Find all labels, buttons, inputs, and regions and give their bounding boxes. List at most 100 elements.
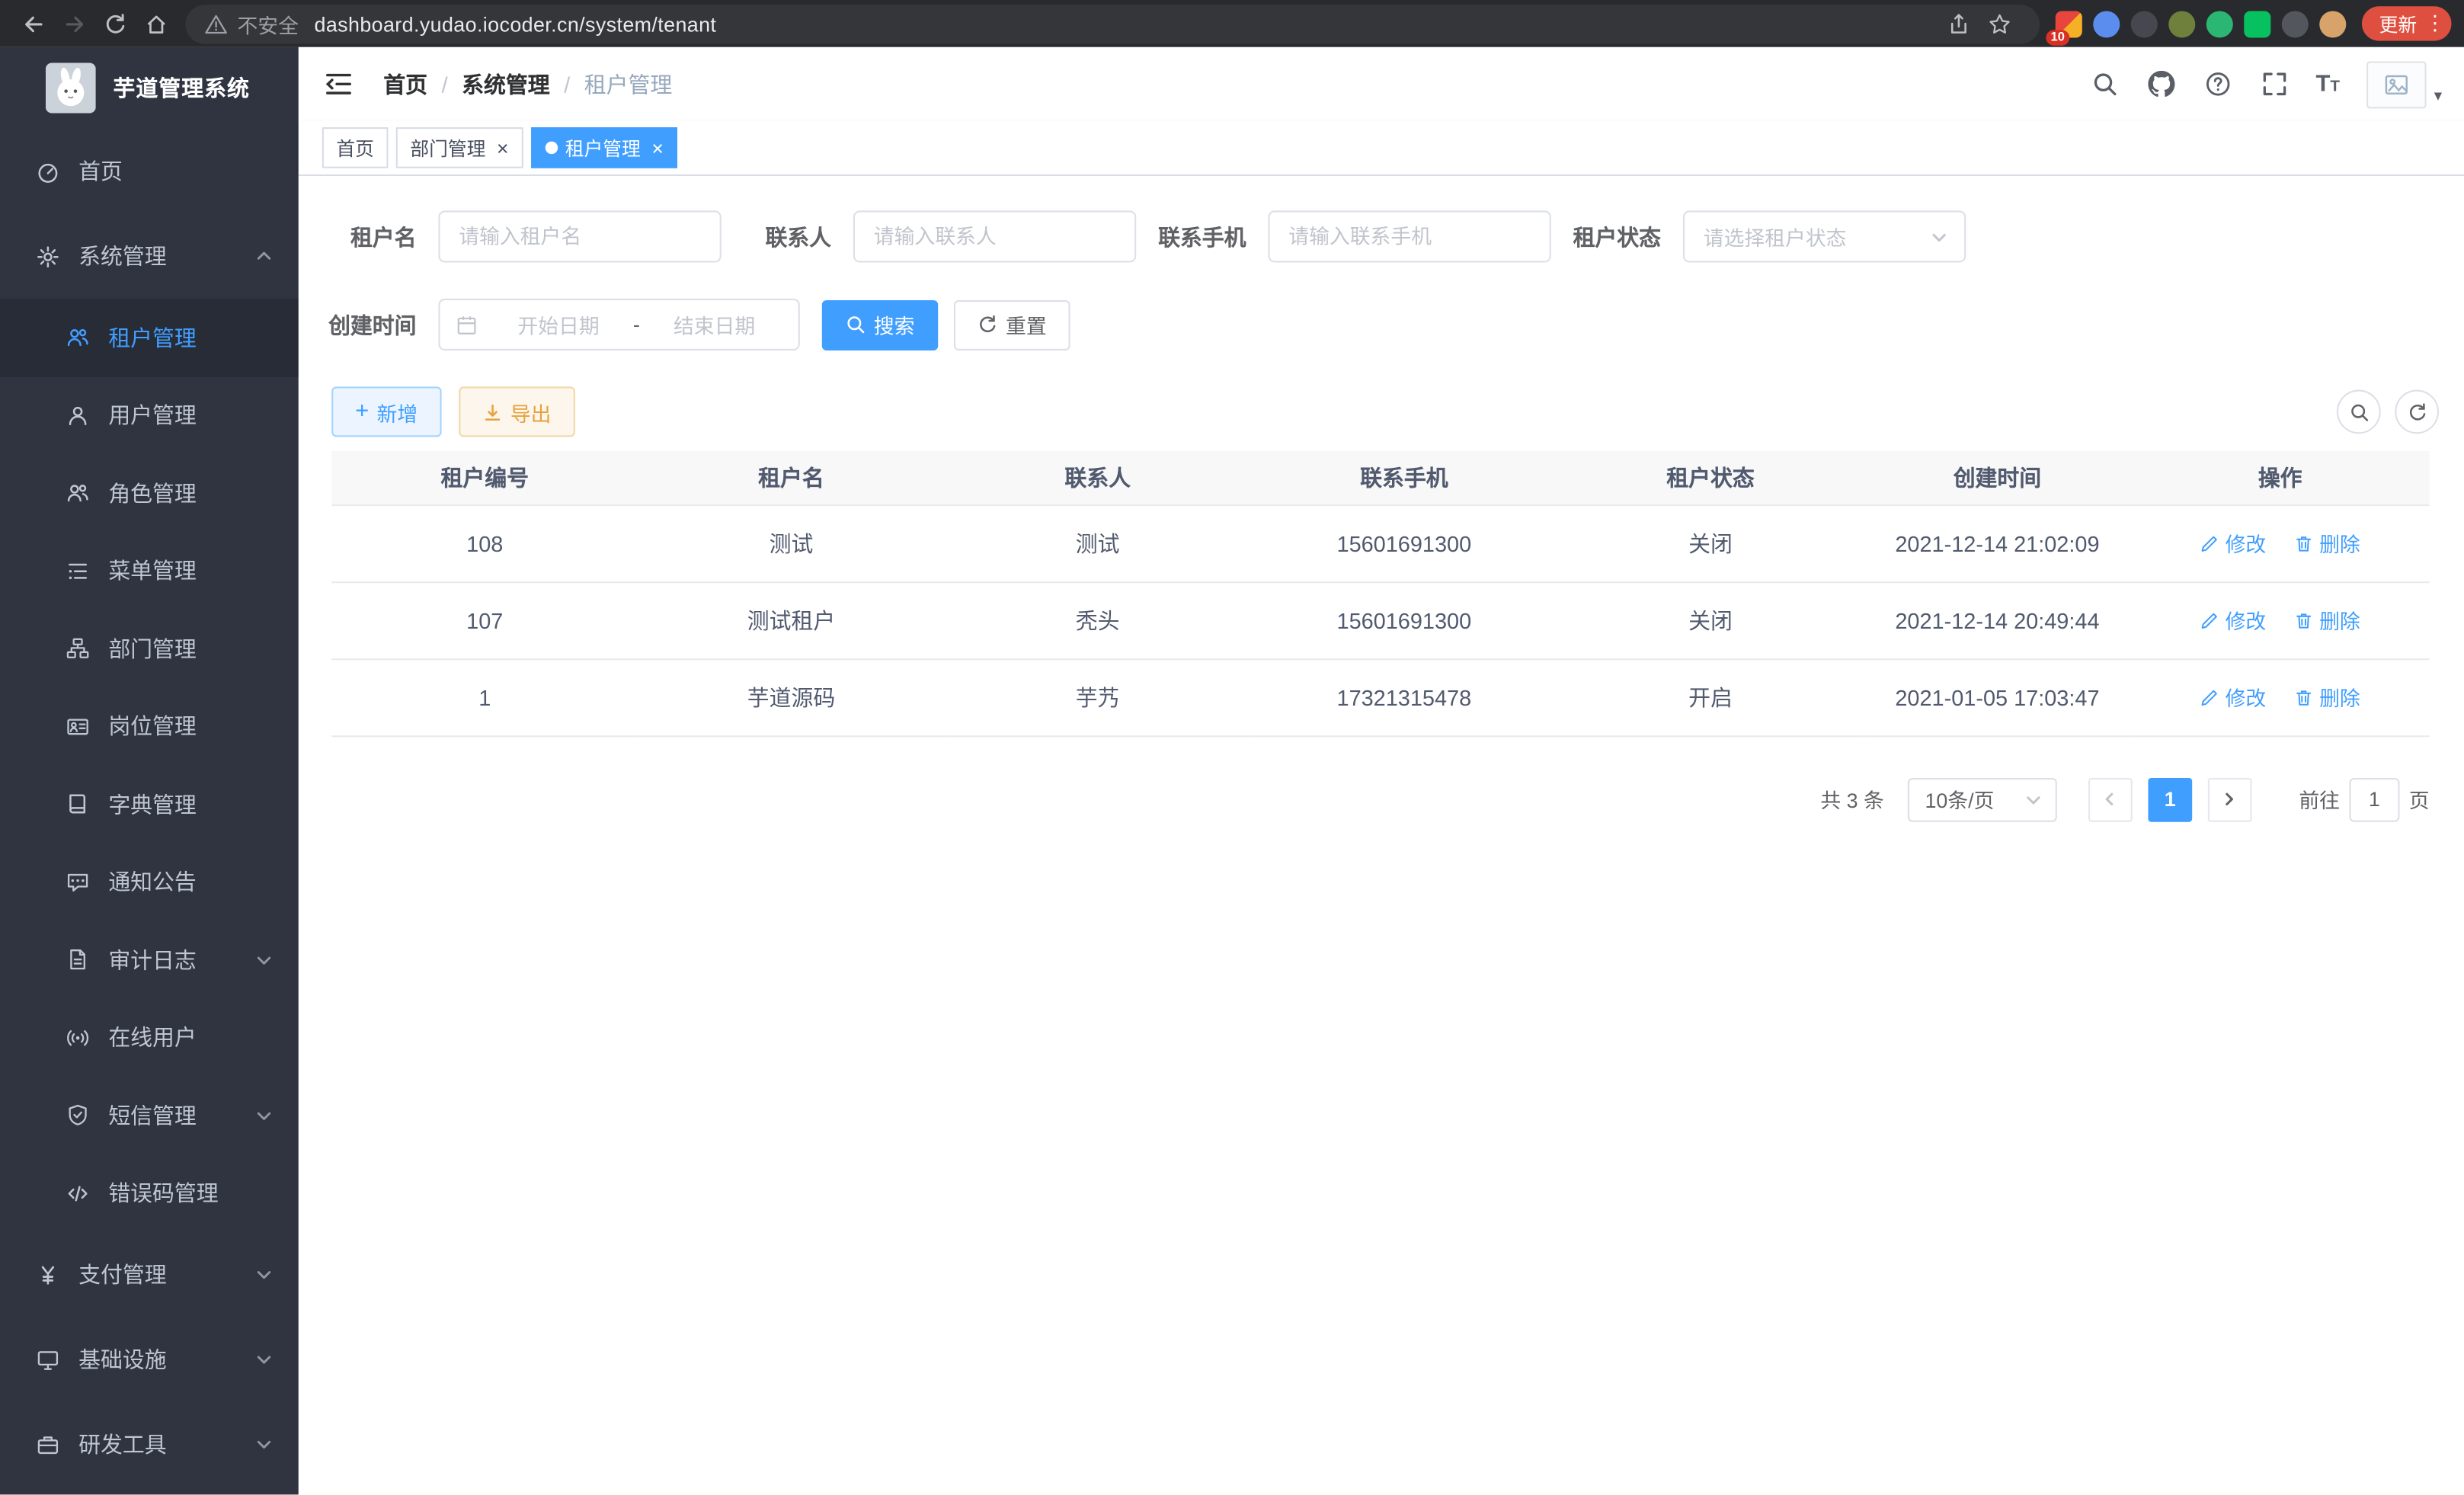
sidebar-item-online-user[interactable]: 在线用户 bbox=[0, 999, 299, 1077]
sidebar-item-post[interactable]: 岗位管理 bbox=[0, 687, 299, 765]
logo-rabbit-avatar bbox=[46, 63, 96, 114]
sidebar-item-dict[interactable]: 字典管理 bbox=[0, 765, 299, 843]
sidebar-item-sms[interactable]: 短信管理 bbox=[0, 1077, 299, 1154]
extension-icon-1[interactable]: 10 bbox=[2056, 10, 2082, 37]
browser-forward-icon[interactable] bbox=[53, 3, 94, 44]
status-text: 开启 bbox=[1557, 658, 1864, 735]
font-size-icon[interactable]: TT bbox=[2315, 72, 2340, 96]
notice-icon bbox=[65, 869, 90, 895]
next-page-button[interactable] bbox=[2208, 777, 2252, 821]
profile-avatar-icon[interactable] bbox=[2319, 10, 2346, 37]
prev-page-button[interactable] bbox=[2088, 777, 2133, 821]
status-text: 关闭 bbox=[1557, 581, 1864, 658]
sidebar-item-devtools[interactable]: 研发工具 bbox=[0, 1402, 299, 1487]
contact-input[interactable] bbox=[853, 210, 1136, 262]
address-bar[interactable]: 不安全 dashboard.yudao.iocoder.cn/system/te… bbox=[185, 4, 2040, 43]
tab-tenant[interactable]: 租户管理 × bbox=[530, 127, 677, 168]
page-size-select[interactable]: 10条/页 bbox=[1908, 777, 2057, 821]
sidebar-item-system[interactable]: 系统管理 bbox=[0, 214, 299, 299]
reset-button[interactable]: 重置 bbox=[954, 299, 1070, 350]
user-avatar-menu[interactable]: ▾ bbox=[2366, 60, 2442, 107]
help-icon[interactable] bbox=[2203, 69, 2232, 99]
sidebar-item-user[interactable]: 用户管理 bbox=[0, 376, 299, 454]
address-url[interactable]: dashboard.yudao.iocoder.cn/system/tenant bbox=[315, 11, 717, 35]
avatar[interactable] bbox=[2366, 60, 2426, 107]
breadcrumb-home[interactable]: 首页 bbox=[383, 69, 427, 100]
edit-link[interactable]: 修改 bbox=[2200, 682, 2267, 712]
sidebar-item-menu[interactable]: 菜单管理 bbox=[0, 532, 299, 610]
extension-icon-3[interactable] bbox=[2131, 10, 2158, 37]
goto-page-input[interactable] bbox=[2349, 777, 2399, 821]
share-icon[interactable] bbox=[1939, 3, 1980, 44]
menu-list-icon bbox=[65, 559, 90, 584]
app-shell: 芋道管理系统 首页 系统管理 租户管理 用户管理 bbox=[0, 47, 2464, 1495]
sidebar-item-role[interactable]: 角色管理 bbox=[0, 454, 299, 532]
delete-link[interactable]: 删除 bbox=[2294, 528, 2360, 558]
browser-reload-icon[interactable] bbox=[94, 3, 136, 44]
role-icon bbox=[65, 481, 90, 506]
active-tab-dot-icon bbox=[545, 142, 558, 155]
date-end-placeholder[interactable]: 结束日期 bbox=[646, 309, 782, 339]
page-number-1[interactable]: 1 bbox=[2148, 777, 2192, 821]
error-code-icon bbox=[65, 1180, 90, 1205]
table-row: 108 测试 测试 15601691300 关闭 2021-12-14 21:0… bbox=[331, 504, 2429, 581]
breadcrumb-system[interactable]: 系统管理 bbox=[462, 69, 550, 100]
audit-log-icon bbox=[65, 947, 90, 972]
extension-icon-7[interactable] bbox=[2282, 10, 2309, 37]
create-time-range-picker[interactable]: 开始日期 - 结束日期 bbox=[438, 299, 799, 351]
sidebar-collapse-icon[interactable] bbox=[324, 69, 355, 100]
sidebar-item-home[interactable]: 首页 bbox=[0, 129, 299, 213]
search-icon[interactable] bbox=[2089, 69, 2119, 99]
close-icon[interactable]: × bbox=[651, 137, 664, 158]
refresh-button[interactable] bbox=[2395, 390, 2439, 434]
phone-input[interactable] bbox=[1268, 210, 1550, 262]
sidebar-item-error-code[interactable]: 错误码管理 bbox=[0, 1154, 299, 1232]
chevron-down-icon bbox=[2024, 789, 2043, 808]
extension-icon-2[interactable] bbox=[2093, 10, 2120, 37]
sidebar-item-dept[interactable]: 部门管理 bbox=[0, 610, 299, 687]
browser-home-icon[interactable] bbox=[135, 3, 176, 44]
fullscreen-icon[interactable] bbox=[2259, 69, 2289, 99]
delete-link[interactable]: 删除 bbox=[2294, 682, 2360, 712]
edit-link[interactable]: 修改 bbox=[2200, 528, 2267, 558]
app-logo[interactable]: 芋道管理系统 bbox=[0, 47, 299, 129]
tenant-status-select[interactable]: 请选择租户状态 bbox=[1683, 210, 1966, 262]
edit-link[interactable]: 修改 bbox=[2200, 605, 2267, 635]
toolbar-right bbox=[2337, 390, 2439, 434]
extension-icon-5[interactable] bbox=[2206, 10, 2233, 37]
online-user-icon bbox=[65, 1025, 90, 1050]
tab-home[interactable]: 首页 bbox=[322, 127, 389, 168]
browser-menu-icon[interactable]: ⋮ bbox=[2424, 11, 2443, 36]
sidebar-item-notice[interactable]: 通知公告 bbox=[0, 844, 299, 921]
export-button[interactable]: 导出 bbox=[459, 386, 575, 437]
date-start-placeholder[interactable]: 开始日期 bbox=[491, 309, 627, 339]
dashboard-icon bbox=[34, 158, 59, 184]
sidebar-item-infra[interactable]: 基础设施 bbox=[0, 1317, 299, 1401]
github-icon[interactable] bbox=[2146, 69, 2176, 99]
breadcrumb-separator: / bbox=[442, 72, 448, 97]
toggle-search-button[interactable] bbox=[2337, 390, 2381, 434]
tenant-name-input[interactable] bbox=[438, 210, 721, 262]
user-icon bbox=[65, 403, 90, 428]
col-header-name: 租户名 bbox=[638, 451, 944, 504]
delete-link[interactable]: 删除 bbox=[2294, 605, 2360, 635]
col-header-created: 创建时间 bbox=[1864, 451, 2131, 504]
contact-label: 联系人 bbox=[725, 221, 831, 252]
security-label[interactable]: 不安全 bbox=[237, 8, 298, 38]
sidebar-item-payment[interactable]: 支付管理 bbox=[0, 1232, 299, 1317]
date-range-separator: - bbox=[627, 312, 646, 336]
browser-back-icon[interactable] bbox=[13, 3, 54, 44]
tab-dept[interactable]: 部门管理 × bbox=[396, 127, 523, 168]
bookmark-star-icon[interactable] bbox=[1980, 3, 2021, 44]
extension-icon-6[interactable] bbox=[2244, 10, 2270, 37]
close-icon[interactable]: × bbox=[497, 137, 509, 158]
browser-extensions: 10 bbox=[2056, 10, 2347, 37]
add-button[interactable]: + 新增 bbox=[331, 386, 441, 437]
application-window: 不安全 dashboard.yudao.iocoder.cn/system/te… bbox=[0, 0, 2464, 1494]
chevron-down-icon bbox=[254, 1106, 274, 1125]
sidebar-item-audit-log[interactable]: 审计日志 bbox=[0, 921, 299, 999]
sidebar-item-tenant[interactable]: 租户管理 bbox=[0, 299, 299, 376]
search-button[interactable]: 搜索 bbox=[822, 299, 939, 350]
update-button[interactable]: 更新 ⋮ bbox=[2362, 6, 2452, 40]
extension-icon-4[interactable] bbox=[2168, 10, 2195, 37]
